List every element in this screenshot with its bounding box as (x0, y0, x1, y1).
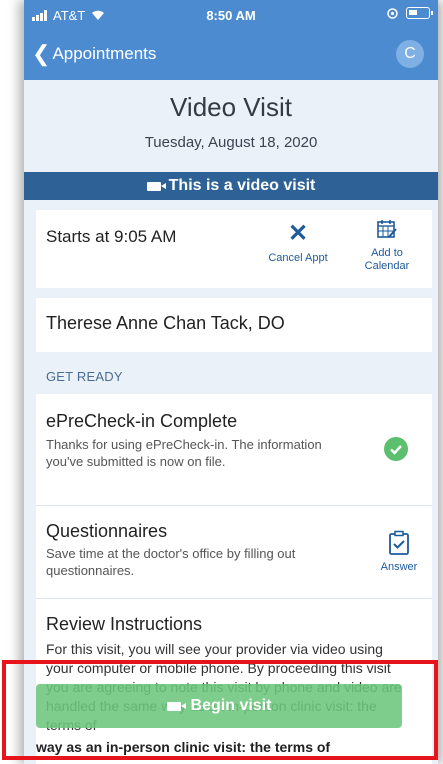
top-bar: AT&T 8:50 AM ❮ Appointments C (24, 0, 438, 80)
cancel-appt-button[interactable]: ✕ Cancel Appt (260, 220, 336, 265)
chevron-left-icon: ❮ (32, 41, 51, 66)
phone-screen: AT&T 8:50 AM ❮ Appointments C Video Visi… (24, 0, 438, 764)
add-to-calendar-label: Add to Calendar (364, 247, 410, 272)
calendar-add-icon (377, 220, 397, 238)
task-description: Save time at the doctor's office by fill… (46, 546, 296, 578)
answer-label: Answer (380, 561, 418, 573)
begin-visit-label: Begin visit (190, 697, 272, 714)
status-bar: AT&T 8:50 AM (24, 4, 438, 28)
location-icon (387, 7, 398, 19)
close-icon: ✕ (287, 220, 309, 247)
clipboard-check-icon (389, 530, 409, 555)
status-right (387, 7, 433, 19)
back-label: Appointments (52, 44, 157, 63)
begin-visit-button[interactable]: Begin visit (36, 684, 402, 728)
provider-card: Therese Anne Chan Tack, DO (36, 298, 432, 352)
task-title: ePreCheck-in Complete (46, 411, 238, 431)
clock: 8:50 AM (206, 8, 256, 23)
visit-date: Tuesday, August 18, 2020 (144, 134, 318, 151)
start-time: Starts at 9:05 AM (46, 227, 177, 246)
video-camera-icon (146, 181, 166, 191)
task-title: Questionnaires (46, 521, 168, 541)
video-camera-icon (166, 701, 186, 711)
task-title: Review Instructions (46, 614, 203, 634)
task-description: Thanks for using ePreCheck-in. The infor… (46, 437, 322, 469)
nav-bar: ❮ Appointments C (24, 38, 438, 74)
task-precheck[interactable]: ePreCheck-in Complete Thanks for using e… (36, 394, 432, 506)
answer-button[interactable]: Answer (376, 530, 422, 573)
instructions-overflow-text: way as an in-person clinic visit: the te… (36, 739, 331, 755)
appointment-card: Starts at 9:05 AM ✕ Cancel Appt Add to C… (36, 210, 432, 288)
task-questionnaires[interactable]: Questionnaires Save time at the doctor's… (36, 506, 432, 599)
section-title-get-ready: GET READY (46, 369, 123, 384)
battery-icon (406, 7, 433, 19)
avatar[interactable]: C (396, 40, 424, 68)
back-button[interactable]: ❮ Appointments (32, 41, 157, 66)
provider-name: Therese Anne Chan Tack, DO (46, 313, 285, 333)
video-banner-text: This is a video visit (168, 177, 316, 194)
page-title: Video Visit (170, 92, 292, 122)
video-visit-banner: This is a video visit (24, 172, 438, 200)
cancel-appt-label: Cancel Appt (268, 252, 328, 264)
add-to-calendar-button[interactable]: Add to Calendar (352, 218, 422, 273)
checkmark-icon (384, 437, 408, 461)
